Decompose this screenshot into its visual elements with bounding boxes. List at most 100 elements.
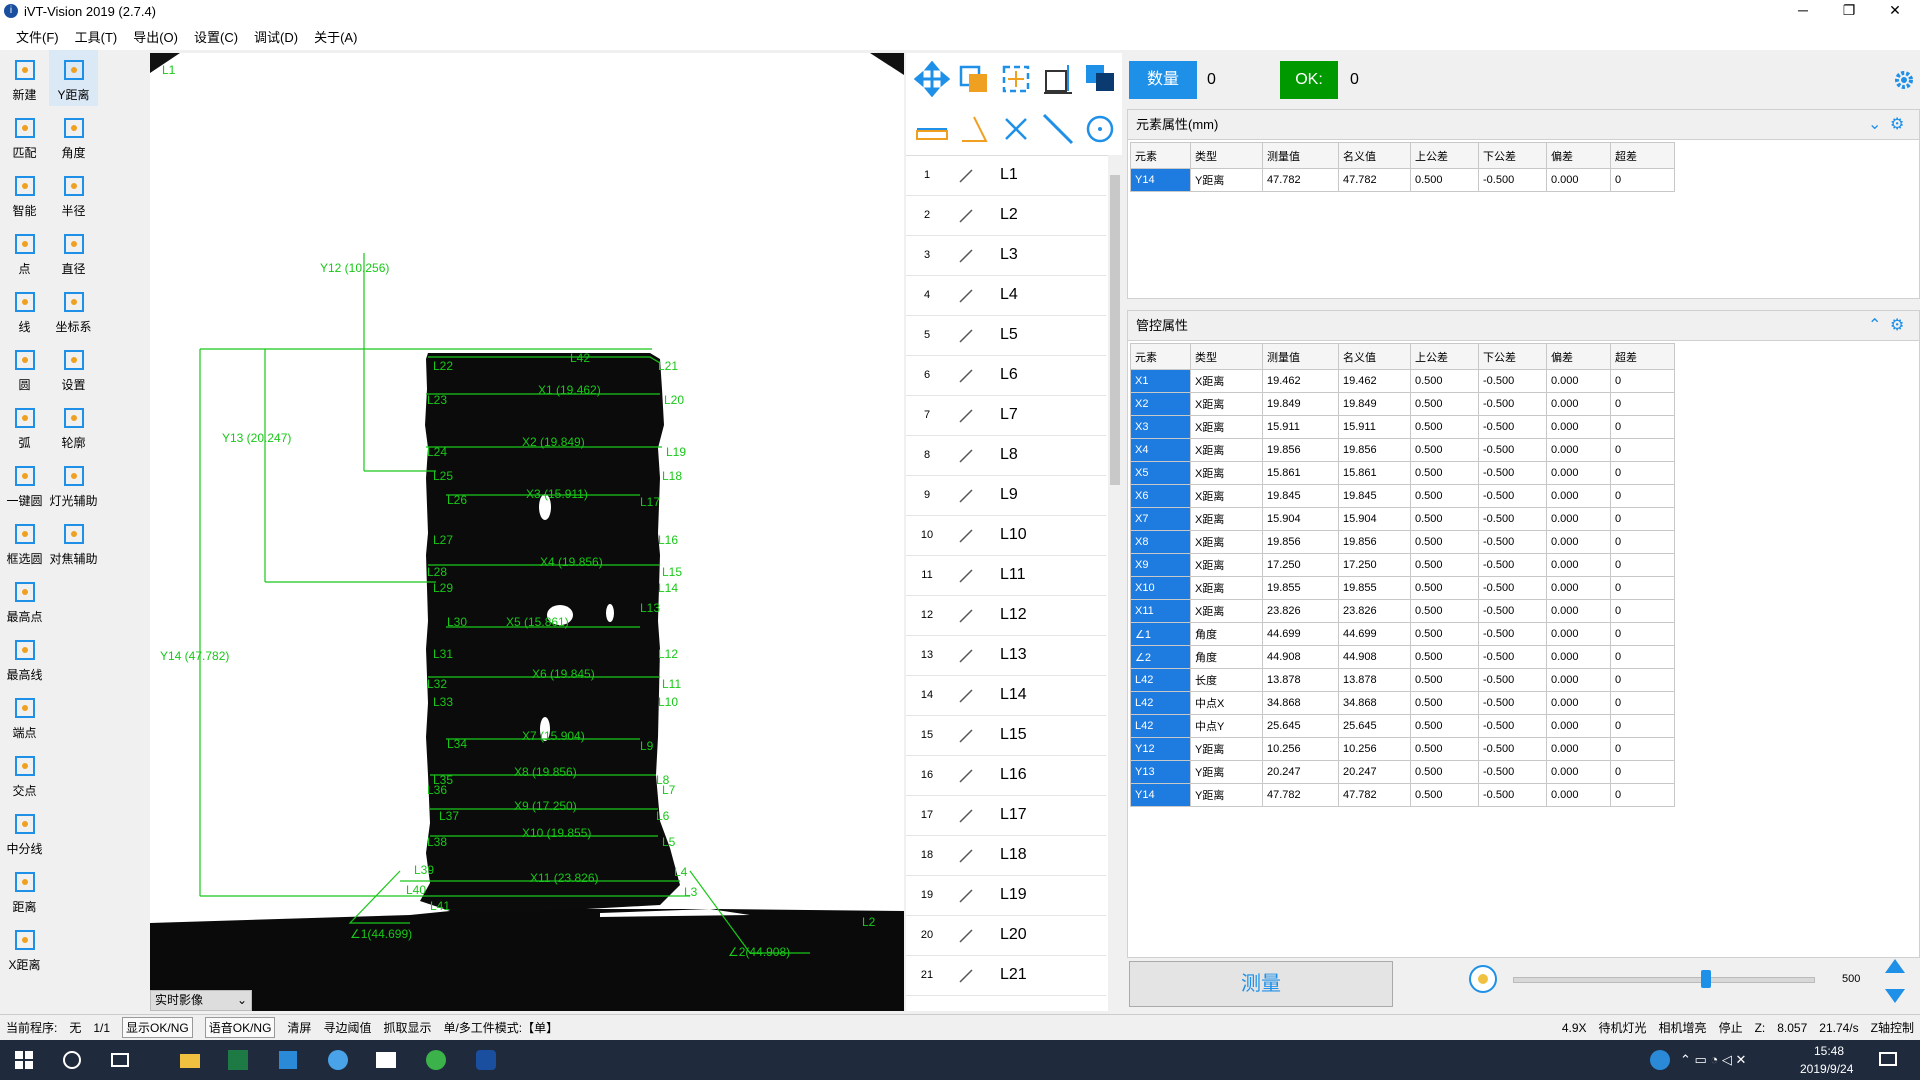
table-cell[interactable]: 0.000 xyxy=(1546,392,1611,416)
table-cell[interactable]: -0.500 xyxy=(1478,168,1547,192)
table-cell[interactable]: 0 xyxy=(1610,760,1675,784)
slider-thumb[interactable] xyxy=(1700,970,1711,988)
table-cell[interactable]: Y14 xyxy=(1130,783,1191,807)
edge-label-l9[interactable]: L9 xyxy=(640,739,653,753)
cross-icon[interactable] xyxy=(998,111,1034,147)
table-cell[interactable]: -0.500 xyxy=(1478,507,1547,531)
column-header[interactable]: 名义值 xyxy=(1338,343,1411,370)
table-cell[interactable]: X3 xyxy=(1130,415,1191,439)
table-row[interactable]: L42 长度 13.878 13.878 0.500 -0.500 0.000 0 xyxy=(1130,668,1675,692)
dimension-y14[interactable]: Y14 (47.782) xyxy=(160,649,229,663)
circle-draw-icon[interactable] xyxy=(1082,111,1118,147)
photos-icon[interactable] xyxy=(374,1048,398,1072)
line-list-item[interactable]: 2 L2 xyxy=(906,196,1106,236)
line-list-item[interactable]: 19 L19 xyxy=(906,876,1106,916)
table-cell[interactable]: 47.782 xyxy=(1262,168,1339,192)
table-cell[interactable]: 10.256 xyxy=(1262,737,1339,761)
table-cell[interactable]: 34.868 xyxy=(1338,691,1411,715)
tool-highest-point[interactable]: 最高点 xyxy=(0,572,49,628)
table-cell[interactable]: 0.500 xyxy=(1410,553,1479,577)
menu-export[interactable]: 导出(O) xyxy=(133,27,178,46)
edge-label-l32[interactable]: L32 xyxy=(427,677,447,691)
table-cell[interactable]: 0 xyxy=(1610,507,1675,531)
dimension-x6[interactable]: X6 (19.845) xyxy=(532,667,595,681)
edge-label-l10[interactable]: L10 xyxy=(658,695,678,709)
table-cell[interactable]: -0.500 xyxy=(1478,668,1547,692)
menu-file[interactable]: 文件(F) xyxy=(16,27,59,46)
tool-diameter[interactable]: 直径 xyxy=(49,224,98,280)
table-row[interactable]: X7 X距离 15.904 15.904 0.500 -0.500 0.000 0 xyxy=(1130,507,1675,531)
table-cell[interactable]: X8 xyxy=(1130,530,1191,554)
table-cell[interactable]: -0.500 xyxy=(1478,553,1547,577)
table-row[interactable]: Y14 Y距离 47.782 47.782 0.500 -0.500 0.000 0 xyxy=(1130,168,1675,192)
table-row[interactable]: ∠2 角度 44.908 44.908 0.500 -0.500 0.000 0 xyxy=(1130,645,1675,669)
camera-viewport[interactable]: L1 L2 L21 L22 L23 L20 L24 L19 L25 L18 L26 L17 L27 L16… xyxy=(150,53,904,1011)
edge-label-l7[interactable]: L7 xyxy=(662,783,675,797)
table-cell[interactable]: 0.500 xyxy=(1410,369,1479,393)
table-cell[interactable]: 19.855 xyxy=(1338,576,1411,600)
table-cell[interactable]: 0.000 xyxy=(1546,783,1611,807)
table-cell[interactable]: -0.500 xyxy=(1478,783,1547,807)
table-cell[interactable]: 20.247 xyxy=(1338,760,1411,784)
table-cell[interactable]: 0.000 xyxy=(1546,369,1611,393)
table-cell[interactable]: X2 xyxy=(1130,392,1191,416)
table-cell[interactable]: 15.904 xyxy=(1262,507,1339,531)
edge-label-l38[interactable]: L38 xyxy=(427,835,447,849)
menu-tools[interactable]: 工具(T) xyxy=(75,27,118,46)
line-list-scrollbar[interactable] xyxy=(1108,155,1122,1011)
dimension-x5[interactable]: X5 (15.861) xyxy=(506,615,569,629)
table-cell[interactable]: -0.500 xyxy=(1478,369,1547,393)
table-cell[interactable]: -0.500 xyxy=(1478,576,1547,600)
ruler-icon[interactable] xyxy=(914,111,950,147)
table-cell[interactable]: 0.500 xyxy=(1410,461,1479,485)
table-cell[interactable]: X10 xyxy=(1130,576,1191,600)
table-cell[interactable]: 0.000 xyxy=(1546,622,1611,646)
tool-line[interactable]: 线 xyxy=(0,282,49,338)
edge-label-l40[interactable]: L40 xyxy=(406,883,426,897)
table-cell[interactable]: 0.000 xyxy=(1546,576,1611,600)
table-cell[interactable]: -0.500 xyxy=(1478,760,1547,784)
table-cell[interactable]: 44.908 xyxy=(1338,645,1411,669)
table-cell[interactable]: 0.000 xyxy=(1546,461,1611,485)
arrow-down-icon[interactable] xyxy=(1883,987,1907,1005)
column-header[interactable]: 元素 xyxy=(1130,343,1191,370)
edge-label-l14[interactable]: L14 xyxy=(658,581,678,595)
edge-label-l3[interactable]: L3 xyxy=(684,885,697,899)
menu-settings[interactable]: 设置(C) xyxy=(194,27,238,46)
minimize-button[interactable]: ─ xyxy=(1780,0,1826,22)
table-cell[interactable]: 19.845 xyxy=(1338,484,1411,508)
edge-label-l29[interactable]: L29 xyxy=(433,581,453,595)
column-header[interactable]: 上公差 xyxy=(1410,142,1479,169)
table-cell[interactable]: X1 xyxy=(1130,369,1191,393)
table-cell[interactable]: 0 xyxy=(1610,668,1675,692)
line-list-item[interactable]: 10 L10 xyxy=(906,516,1106,556)
table-cell[interactable]: 0.500 xyxy=(1410,599,1479,623)
table-cell[interactable]: X距离 xyxy=(1190,599,1263,623)
table-cell[interactable]: Y12 xyxy=(1130,737,1191,761)
capture-display-dropdown[interactable]: 抓取显示 xyxy=(383,1019,431,1036)
edge-label-l22[interactable]: L22 xyxy=(433,359,453,373)
copy-icon[interactable] xyxy=(956,61,992,97)
table-cell[interactable]: 长度 xyxy=(1190,668,1263,692)
edge-label-l20[interactable]: L20 xyxy=(664,393,684,407)
table-cell[interactable]: -0.500 xyxy=(1478,737,1547,761)
table-cell[interactable]: 0.000 xyxy=(1546,507,1611,531)
table-cell[interactable]: 19.855 xyxy=(1262,576,1339,600)
edge-label-l19[interactable]: L19 xyxy=(666,445,686,459)
light-slider[interactable] xyxy=(1513,970,1815,988)
tool-x-distance[interactable]: X距离 xyxy=(0,920,49,976)
table-cell[interactable]: X11 xyxy=(1130,599,1191,623)
table-cell[interactable]: 0.000 xyxy=(1546,553,1611,577)
table-cell[interactable]: 0 xyxy=(1610,415,1675,439)
table-cell[interactable]: 0.500 xyxy=(1410,438,1479,462)
edge-label-l5[interactable]: L5 xyxy=(662,835,675,849)
table-cell[interactable]: 0.000 xyxy=(1546,438,1611,462)
tool-new-file[interactable]: 新建 xyxy=(0,50,49,106)
close-button[interactable]: ✕ xyxy=(1872,0,1918,22)
live-image-dropdown[interactable]: 实时影像 ⌄ xyxy=(150,990,252,1011)
table-cell[interactable]: 0 xyxy=(1610,438,1675,462)
edge-label-l37[interactable]: L37 xyxy=(439,809,459,823)
table-cell[interactable]: 19.849 xyxy=(1262,392,1339,416)
table-cell[interactable]: 10.256 xyxy=(1338,737,1411,761)
table-cell[interactable]: -0.500 xyxy=(1478,622,1547,646)
